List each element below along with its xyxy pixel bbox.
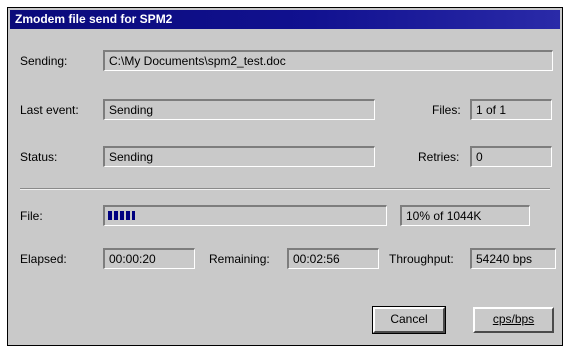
- file-progress-bar: [103, 205, 387, 226]
- elapsed-label: Elapsed:: [20, 252, 67, 266]
- progress-text-field: 10% of 1044K: [400, 205, 530, 226]
- retries-value: 0: [476, 150, 483, 164]
- window-title: Zmodem file send for SPM2: [15, 12, 173, 26]
- files-label: Files:: [432, 103, 461, 117]
- cancel-button-label: Cancel: [390, 312, 428, 326]
- title-bar[interactable]: Zmodem file send for SPM2: [10, 10, 560, 29]
- cps-bps-button[interactable]: cps/bps: [473, 307, 554, 333]
- status-field: Sending: [103, 146, 375, 167]
- progress-fill: [108, 211, 135, 220]
- zmodem-dialog: Zmodem file send for SPM2 Sending: C:\My…: [7, 7, 563, 346]
- cancel-button[interactable]: Cancel: [372, 306, 446, 334]
- last-event-field: Sending: [103, 99, 375, 120]
- progress-text: 10% of 1044K: [406, 209, 482, 223]
- last-event-value: Sending: [109, 103, 154, 117]
- files-value: 1 of 1: [476, 103, 507, 117]
- throughput-field: 54240 bps: [470, 248, 556, 269]
- sending-label: Sending:: [20, 54, 68, 68]
- file-label: File:: [20, 209, 43, 223]
- last-event-label: Last event:: [20, 103, 79, 117]
- remaining-field: 00:02:56: [287, 248, 379, 269]
- remaining-value: 00:02:56: [293, 252, 340, 266]
- cps-bps-button-label: cps/bps: [492, 312, 535, 326]
- sending-value: C:\My Documents\spm2_test.doc: [109, 54, 286, 68]
- elapsed-field: 00:00:20: [103, 248, 195, 269]
- retries-label: Retries:: [418, 150, 460, 164]
- retries-field: 0: [470, 146, 552, 167]
- sending-field: C:\My Documents\spm2_test.doc: [103, 50, 553, 71]
- status-value: Sending: [109, 150, 154, 164]
- files-field: 1 of 1: [470, 99, 552, 120]
- status-label: Status:: [20, 150, 58, 164]
- elapsed-value: 00:00:20: [109, 252, 156, 266]
- throughput-value: 54240 bps: [476, 252, 533, 266]
- separator-line: [20, 188, 550, 190]
- remaining-label: Remaining:: [209, 252, 270, 266]
- throughput-label: Throughput:: [389, 252, 454, 266]
